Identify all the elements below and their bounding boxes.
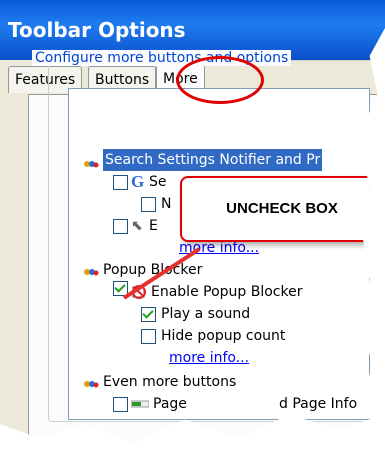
category-search-settings[interactable]: Search Settings Notifier and Pr [103, 149, 323, 171]
option-n: N [161, 196, 172, 212]
option-e-checkbox[interactable] [113, 219, 128, 234]
more-info-link-2[interactable]: more info... [169, 347, 249, 369]
option-play-sound: Play a sound [161, 306, 251, 322]
notifier-checkbox[interactable] [141, 197, 156, 212]
highlight-oval [176, 56, 264, 104]
cursor-icon: ⬉ [131, 218, 143, 234]
search-settings-checkbox[interactable] [113, 175, 128, 190]
hide-popup-count-checkbox[interactable] [141, 329, 156, 344]
category-icon [84, 381, 99, 388]
toolbar-options-window: Toolbar Options Features Buttons More Co… [0, 0, 385, 443]
option-page-info: d Page Info [279, 396, 358, 412]
annotation-callout: UNCHECK BOX [180, 176, 384, 242]
option-page: Page [153, 396, 187, 412]
google-icon: G [131, 172, 145, 191]
page-checkbox[interactable] [113, 397, 128, 412]
option-enable-popup-blocker: Enable Popup Blocker [151, 284, 303, 300]
category-icon [84, 161, 99, 168]
play-sound-checkbox[interactable] [141, 307, 156, 322]
option-se: Se [149, 174, 167, 190]
pagerank-icon [131, 400, 149, 408]
category-even-more-buttons[interactable]: Even more buttons [103, 371, 236, 393]
options-tree[interactable]: Search Settings Notifier and Pr G Se N ⬉… [68, 88, 370, 420]
option-e: E [149, 218, 158, 234]
category-icon [84, 269, 99, 276]
option-hide-popup-count: Hide popup count [161, 328, 286, 344]
